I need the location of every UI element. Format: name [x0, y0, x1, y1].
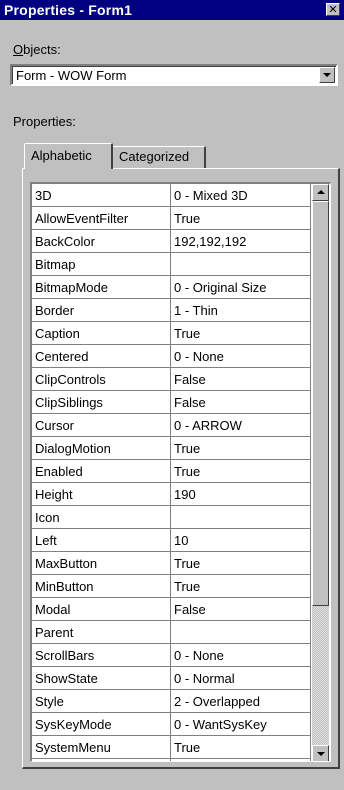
property-value[interactable]: True	[170, 551, 311, 575]
property-row[interactable]: BackColor 192,192,192	[32, 229, 311, 253]
property-row[interactable]: DialogMotion True	[32, 436, 311, 460]
property-row[interactable]: Height 190	[32, 482, 311, 506]
property-name[interactable]: SystemMenu	[32, 735, 171, 759]
scrollbar-thumb[interactable]	[312, 201, 329, 606]
property-name[interactable]: Cursor	[32, 413, 171, 437]
property-row[interactable]: ShowState 0 - Normal	[32, 666, 311, 690]
property-value[interactable]: True	[170, 574, 311, 598]
property-value[interactable]: 0 - None	[170, 344, 311, 368]
properties-label: Properties:	[13, 114, 76, 129]
property-name[interactable]: BitmapMode	[32, 275, 171, 299]
property-value[interactable]: False	[170, 367, 311, 391]
chevron-down-icon	[323, 73, 331, 77]
property-value[interactable]	[170, 505, 311, 529]
property-grid: 3D 0 - Mixed 3D AllowEventFilter True BackCo…	[30, 182, 331, 762]
property-row[interactable]: SysKeyMode 0 - WantSysKey	[32, 712, 311, 736]
property-value[interactable]: 0 - Normal	[170, 666, 311, 690]
property-row[interactable]: Centered 0 - None	[32, 344, 311, 368]
objects-dropdown-value: Form - WOW Form	[16, 68, 127, 83]
property-name[interactable]: BackColor	[32, 229, 171, 253]
tab-categorized[interactable]: Categorized	[112, 146, 206, 168]
close-icon: ✕	[328, 4, 338, 16]
property-row[interactable]: 3D 0 - Mixed 3D	[32, 184, 311, 207]
property-row[interactable]: ScrollBars 0 - None	[32, 643, 311, 667]
property-name[interactable]: Bitmap	[32, 252, 171, 276]
property-row[interactable]: ClipControls False	[32, 367, 311, 391]
property-value[interactable]: 10	[170, 528, 311, 552]
property-value[interactable]	[170, 252, 311, 276]
property-name[interactable]: Icon	[32, 505, 171, 529]
property-row[interactable]: MaxButton True	[32, 551, 311, 575]
property-name[interactable]: MaxButton	[32, 551, 171, 575]
property-value[interactable]: 0 - WantSysKey	[170, 712, 311, 736]
properties-window: Properties - Form1 ✕ Objects: Form - WOW…	[0, 0, 344, 790]
property-row[interactable]: SystemMenu True	[32, 735, 311, 759]
property-row[interactable]: BitmapMode 0 - Original Size	[32, 275, 311, 299]
property-value[interactable]	[170, 620, 311, 644]
property-name[interactable]: ScrollBars	[32, 643, 171, 667]
property-value[interactable]: 190	[170, 482, 311, 506]
property-name[interactable]: ShowState	[32, 666, 171, 690]
scroll-up-button[interactable]	[312, 184, 329, 201]
arrow-down-icon	[317, 752, 325, 756]
property-name[interactable]: MinButton	[32, 574, 171, 598]
property-value[interactable]: 0 - Original Size	[170, 275, 311, 299]
property-value[interactable]: False	[170, 597, 311, 621]
property-name[interactable]: Caption	[32, 321, 171, 345]
property-name[interactable]: Border	[32, 298, 171, 322]
property-row[interactable]: Modal False	[32, 597, 311, 621]
property-value[interactable]: 192,192,192	[170, 229, 311, 253]
property-name[interactable]: ClipSiblings	[32, 390, 171, 414]
window-title: Properties - Form1	[4, 2, 133, 18]
property-value[interactable]: True	[170, 735, 311, 759]
property-row[interactable]: Border 1 - Thin	[32, 298, 311, 322]
property-name[interactable]: Modal	[32, 597, 171, 621]
property-row[interactable]: Cursor 0 - ARROW	[32, 413, 311, 437]
property-row[interactable]: Style 2 - Overlapped	[32, 689, 311, 713]
property-row[interactable]: ClipSiblings False	[32, 390, 311, 414]
scroll-down-button[interactable]	[312, 745, 329, 761]
close-button[interactable]: ✕	[326, 3, 340, 16]
property-row[interactable]: Tag<<Blank>>	[32, 758, 311, 761]
property-value[interactable]: 1 - Thin	[170, 298, 311, 322]
property-name[interactable]: SysKeyMode	[32, 712, 171, 736]
property-value[interactable]: True	[170, 206, 311, 230]
property-name[interactable]: 3D	[32, 184, 171, 207]
tab-alphabetic[interactable]: Alphabetic	[24, 143, 113, 169]
property-name[interactable]: AllowEventFilter	[32, 206, 171, 230]
property-row[interactable]: Icon	[32, 505, 311, 529]
property-name[interactable]: Height	[32, 482, 171, 506]
title-bar[interactable]: Properties - Form1 ✕	[0, 0, 344, 20]
property-value[interactable]: 0 - Mixed 3D	[170, 184, 311, 207]
property-row[interactable]: Enabled True	[32, 459, 311, 483]
property-name[interactable]: Enabled	[32, 459, 171, 483]
property-value[interactable]: True	[170, 459, 311, 483]
property-value[interactable]: 0 - ARROW	[170, 413, 311, 437]
property-row[interactable]: Left 10	[32, 528, 311, 552]
property-row[interactable]: AllowEventFilter True	[32, 206, 311, 230]
property-name[interactable]: Parent	[32, 620, 171, 644]
property-row[interactable]: Parent	[32, 620, 311, 644]
property-value[interactable]: 0 - None	[170, 643, 311, 667]
vertical-scrollbar[interactable]	[312, 184, 329, 761]
objects-label: Objects:	[13, 42, 61, 57]
property-name[interactable]: Style	[32, 689, 171, 713]
property-name[interactable]: DialogMotion	[32, 436, 171, 460]
property-value[interactable]: False	[170, 390, 311, 414]
property-table: 3D 0 - Mixed 3D AllowEventFilter True BackCo…	[32, 184, 311, 761]
property-value[interactable]: True	[170, 321, 311, 345]
objects-dropdown[interactable]: Form - WOW Form	[10, 64, 338, 86]
objects-dropdown-button[interactable]	[319, 67, 335, 83]
property-value[interactable]: <<Blank>>	[170, 758, 311, 761]
property-row[interactable]: Caption True	[32, 321, 311, 345]
property-row[interactable]: Bitmap	[32, 252, 311, 276]
arrow-up-icon	[317, 190, 325, 194]
property-value[interactable]: 2 - Overlapped	[170, 689, 311, 713]
property-name[interactable]: Centered	[32, 344, 171, 368]
property-row[interactable]: MinButton True	[32, 574, 311, 598]
property-value[interactable]: True	[170, 436, 311, 460]
property-name[interactable]: Left	[32, 528, 171, 552]
property-name[interactable]: Tag	[32, 758, 171, 761]
property-name[interactable]: ClipControls	[32, 367, 171, 391]
